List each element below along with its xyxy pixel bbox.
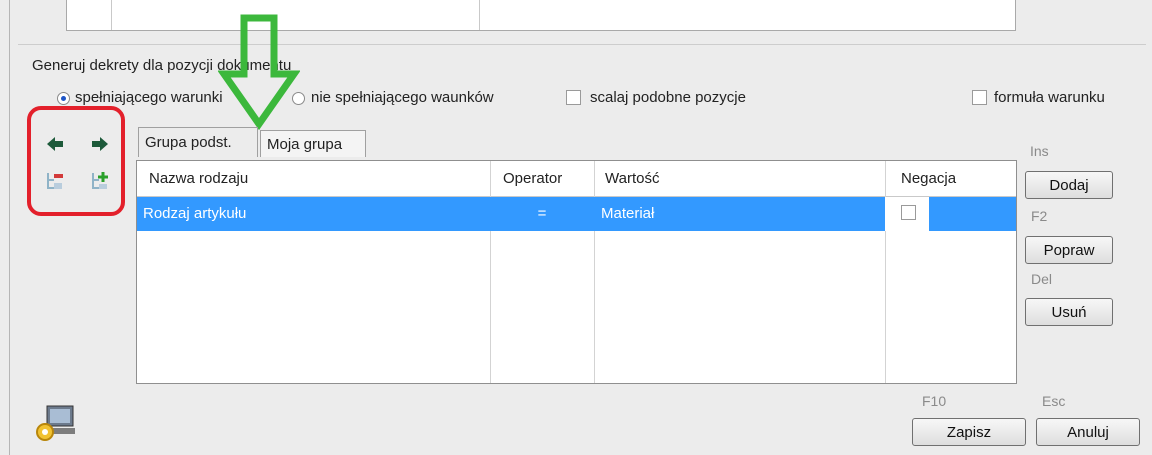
delete-shortcut: Del <box>1031 271 1053 287</box>
radio-meeting-conditions[interactable] <box>57 92 70 105</box>
condition-formula-label: formuła warunku <box>994 89 1105 106</box>
arrow-left-icon[interactable] <box>44 133 66 155</box>
merge-similar-label: scalaj podobne pozycje <box>590 89 746 106</box>
radio-not-meeting-label: nie spełniającego waunków <box>311 89 494 106</box>
highlight-box <box>27 106 125 216</box>
gear-computer-icon <box>33 402 77 442</box>
cancel-shortcut: Esc <box>1042 393 1066 409</box>
save-button[interactable]: Zapisz <box>912 418 1026 446</box>
frame-border <box>9 0 10 455</box>
tab-basic-group[interactable]: Grupa podst. <box>138 127 258 157</box>
cell-name: Rodzaj artykułu <box>143 205 247 222</box>
add-node-icon[interactable] <box>89 170 111 192</box>
edit-button[interactable]: Popraw <box>1025 236 1113 264</box>
condition-formula-checkbox[interactable] <box>972 90 987 105</box>
negation-checkbox[interactable] <box>901 205 916 220</box>
group-divider <box>18 44 1146 45</box>
tab-my-group[interactable]: Moja grupa <box>260 130 366 157</box>
header-operator[interactable]: Operator <box>503 161 562 196</box>
annotation-arrow-icon <box>218 14 300 131</box>
edit-shortcut: F2 <box>1031 208 1048 224</box>
header-name[interactable]: Nazwa rodzaju <box>149 161 248 196</box>
delete-button[interactable]: Usuń <box>1025 298 1113 326</box>
add-button[interactable]: Dodaj <box>1025 171 1113 199</box>
remove-node-icon[interactable] <box>44 170 66 192</box>
save-shortcut: F10 <box>922 393 947 409</box>
merge-similar-checkbox[interactable] <box>566 90 581 105</box>
header-negation[interactable]: Negacja <box>901 161 956 196</box>
radio-meeting-label: spełniającego warunki <box>75 89 223 106</box>
cell-operator: = <box>537 205 547 222</box>
cell-value: Materiał <box>601 205 655 222</box>
cancel-button[interactable]: Anuluj <box>1036 418 1140 446</box>
arrow-right-icon[interactable] <box>89 133 111 155</box>
add-shortcut: Ins <box>1030 143 1049 159</box>
top-grid <box>66 0 1016 31</box>
header-value[interactable]: Wartość <box>605 161 659 196</box>
conditions-table[interactable]: Nazwa rodzaju Operator Wartość Negacja R… <box>136 160 1017 384</box>
